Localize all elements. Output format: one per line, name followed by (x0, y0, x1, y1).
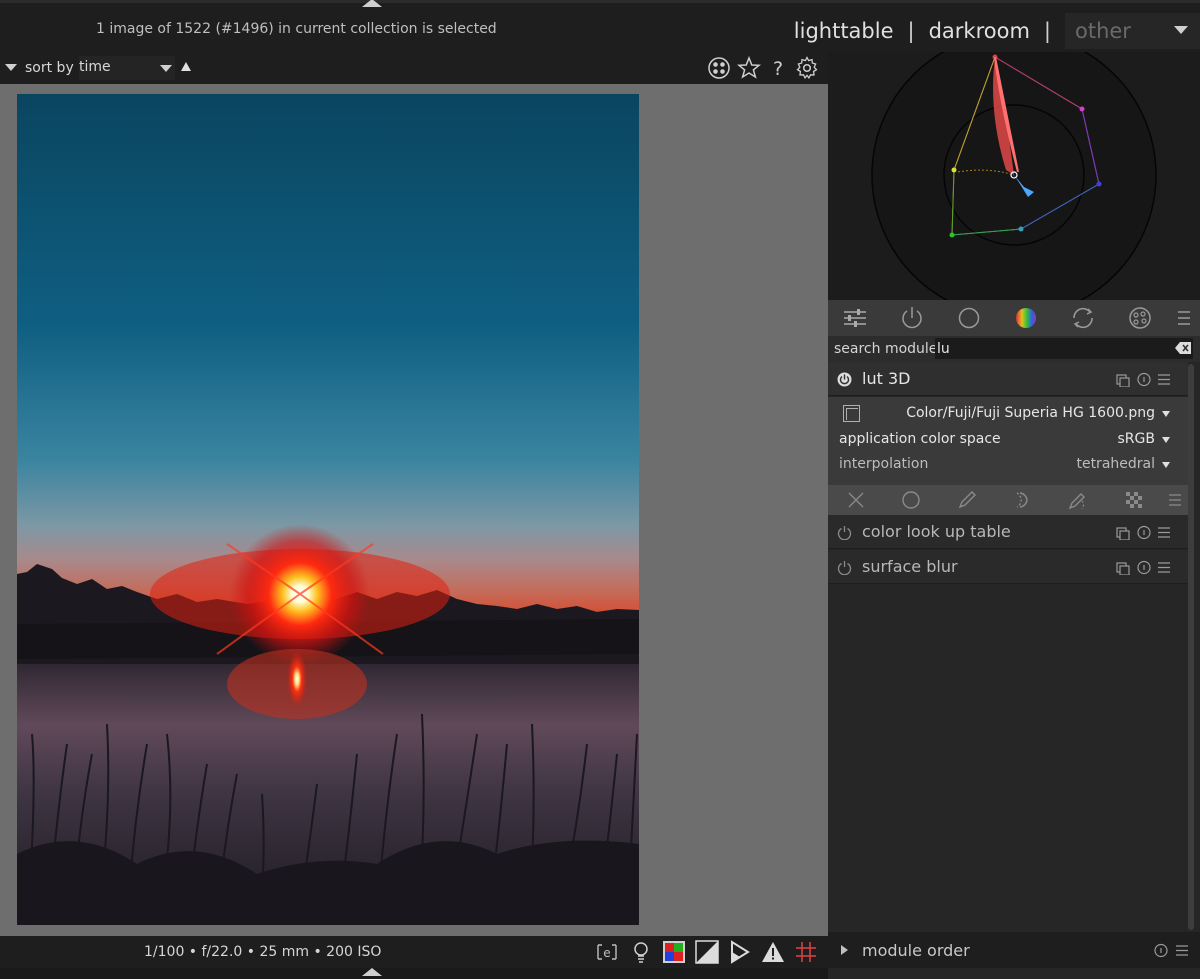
chevron-down-icon[interactable] (1162, 462, 1170, 468)
application-color-space-label: application color space (839, 431, 1001, 447)
clear-search-icon[interactable] (1175, 342, 1191, 354)
bottom-status-bar: 1/100 • f/22.0 • 25 mm • 200 ISO e (0, 936, 828, 968)
softproof-icon[interactable] (728, 940, 752, 964)
view-darkroom[interactable]: darkroom (929, 19, 1030, 43)
uniform-blend-icon[interactable] (900, 489, 922, 511)
module-order-section[interactable]: module order (828, 932, 1200, 968)
color-labels-icon[interactable] (707, 56, 731, 80)
search-module-label: search module (834, 341, 938, 357)
module-header-lut3d[interactable]: lut 3D (828, 362, 1188, 396)
chevron-down-icon[interactable] (1162, 437, 1170, 443)
module-header-color-look-up-table[interactable]: color look up table (828, 515, 1188, 549)
parametric-mask-icon[interactable] (1011, 489, 1033, 511)
lut-file-path[interactable]: Color/Fuji/Fuji Superia HG 1600.png (906, 405, 1155, 421)
view-lighttable[interactable]: lighttable (794, 19, 894, 43)
module-order-label: module order (862, 941, 970, 960)
drawn-mask-icon[interactable] (956, 489, 978, 511)
module-order-icons[interactable] (1154, 943, 1194, 958)
file-browse-icon[interactable] (843, 405, 860, 422)
chevron-down-icon[interactable] (1162, 411, 1170, 417)
image-canvas[interactable] (0, 84, 828, 936)
sort-by-value: time (79, 59, 111, 75)
collapse-filter-icon[interactable] (5, 64, 17, 71)
quick-access-icon[interactable] (841, 305, 869, 331)
sunset-scene (17, 524, 639, 925)
selection-status: 1 image of 1522 (#1496) in current colle… (96, 21, 497, 37)
sort-by-label: sort by (25, 60, 74, 76)
collapse-top-panel-arrow-icon[interactable] (362, 0, 382, 7)
power-on-icon[interactable] (837, 372, 852, 387)
module-body-lut3d: Color/Fuji/Fuji Superia HG 1600.png appl… (828, 397, 1188, 485)
exif-info: 1/100 • f/22.0 • 25 mm • 200 ISO (144, 944, 382, 960)
sort-direction-toggle[interactable] (181, 62, 191, 71)
right-panel: search module lut 3D Colo (828, 32, 1200, 979)
vectorscope-plot (871, 32, 1157, 318)
overexposed-warning-icon[interactable] (761, 940, 785, 964)
vectorscope (828, 32, 1200, 318)
module-header-icons[interactable] (1116, 372, 1176, 387)
sort-by-select[interactable]: time (79, 56, 175, 80)
top-header: 1 image of 1522 (#1496) in current colle… (0, 0, 1200, 52)
expand-arrow-icon[interactable] (841, 945, 848, 955)
focus-peaking-icon[interactable]: e (595, 940, 619, 964)
color-assessment-icon[interactable] (662, 940, 686, 964)
module-list-scrollbar[interactable] (1188, 364, 1194, 930)
drawn-parametric-mask-icon[interactable] (1067, 489, 1089, 511)
blend-off-icon[interactable] (845, 489, 867, 511)
power-off-icon[interactable] (837, 560, 852, 575)
chevron-down-icon (1174, 26, 1188, 34)
interpolation-label: interpolation (839, 456, 929, 472)
blend-mask-bar (828, 485, 1188, 515)
module-name: color look up table (862, 522, 1011, 541)
application-color-space-value[interactable]: sRGB (1118, 431, 1155, 447)
module-header-surface-blur[interactable]: surface blur (828, 550, 1188, 584)
mask-menu-icon[interactable] (1164, 489, 1186, 511)
help-icon[interactable]: ? (766, 56, 790, 80)
search-module-row: search module (828, 336, 1200, 362)
raster-mask-icon[interactable] (1123, 489, 1145, 511)
svg-text:?: ? (773, 58, 783, 80)
view-separator: | (907, 19, 915, 43)
module-group-tabs (828, 300, 1200, 336)
view-switcher: lighttable | darkroom | other (794, 13, 1200, 49)
active-modules-icon[interactable] (898, 305, 926, 331)
presets-menu-icon[interactable] (1170, 305, 1198, 331)
chevron-down-icon (160, 65, 172, 72)
display-profile-icon[interactable] (629, 940, 653, 964)
module-header-icons[interactable] (1116, 525, 1176, 540)
view-other-label: other (1075, 19, 1131, 43)
gear-icon[interactable] (795, 56, 819, 80)
expand-filmstrip-arrow-icon[interactable] (362, 968, 382, 976)
gamut-check-icon[interactable] (695, 940, 719, 964)
correct-group-icon[interactable] (1069, 305, 1097, 331)
module-name: lut 3D (862, 369, 911, 388)
module-header-icons[interactable] (1116, 560, 1176, 575)
star-icon[interactable] (737, 56, 761, 80)
interpolation-value[interactable]: tetrahedral (1076, 456, 1155, 472)
photo-preview (17, 94, 639, 925)
svg-text:e: e (603, 946, 610, 960)
guides-icon[interactable] (794, 940, 818, 964)
module-name: surface blur (862, 557, 958, 576)
base-group-icon[interactable] (955, 305, 983, 331)
view-separator: | (1043, 19, 1051, 43)
module-list: lut 3D Color/Fuji/Fuji Superia HG 1600.p… (828, 362, 1188, 952)
power-off-icon[interactable] (837, 525, 852, 540)
filter-sort-bar: sort by time ? (0, 52, 828, 84)
color-group-icon[interactable] (1012, 305, 1040, 331)
search-module-input[interactable] (935, 338, 1193, 359)
effect-group-icon[interactable] (1126, 305, 1154, 331)
view-other-dropdown[interactable]: other (1065, 13, 1200, 49)
